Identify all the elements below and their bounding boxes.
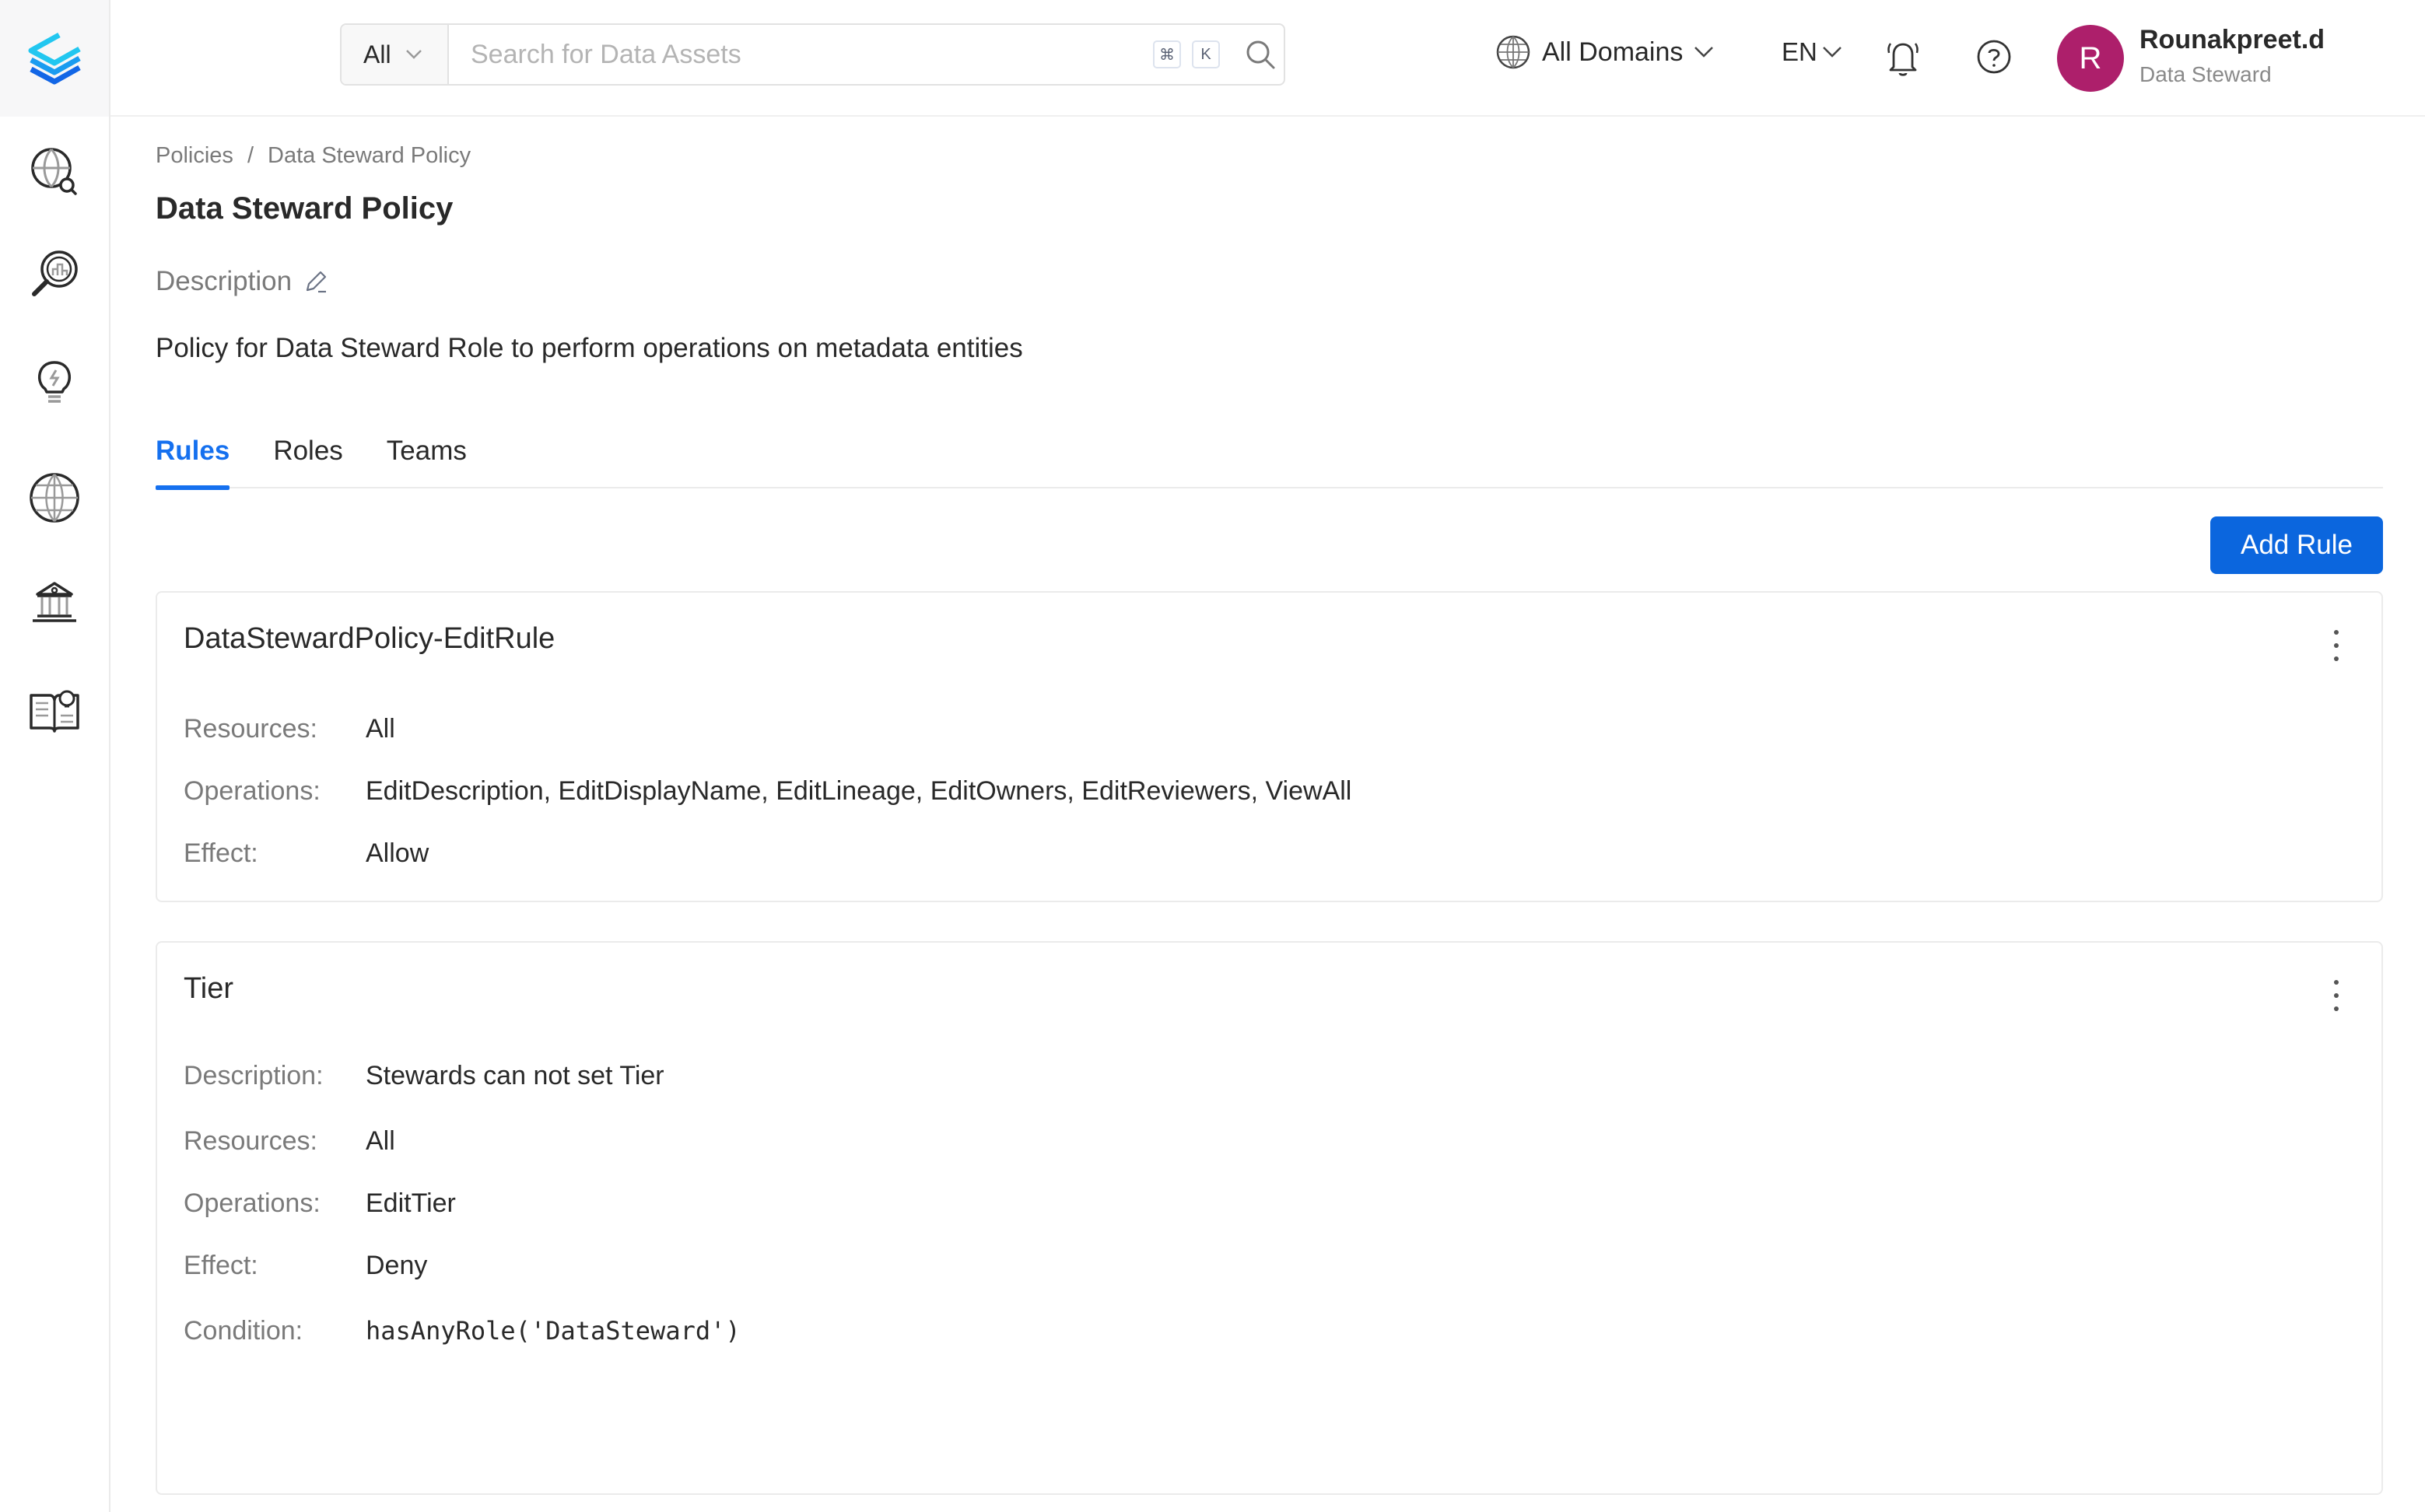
- globe-icon: [1496, 35, 1530, 69]
- rule-field-description: Description: Stewards can not set Tier: [184, 1061, 664, 1091]
- tab-roles[interactable]: Roles: [273, 420, 342, 488]
- building-columns-icon: [33, 582, 76, 622]
- search-button[interactable]: [1237, 25, 1284, 84]
- domain-selector[interactable]: All Domains: [1495, 34, 1714, 70]
- rule-name: DataStewardPolicy-EditRule: [184, 622, 555, 655]
- breadcrumb: Policies / Data Steward Policy: [156, 143, 471, 169]
- policy-description: Policy for Data Steward Role to perform …: [156, 333, 1023, 363]
- rule-more-options-button[interactable]: [2329, 980, 2344, 1011]
- layers-logo-icon: [28, 32, 81, 85]
- rule-field-condition: Condition: hasAnyRole('DataSteward'): [184, 1316, 741, 1346]
- chevron-down-icon: [405, 44, 422, 65]
- sidebar-item-governance[interactable]: [0, 563, 109, 641]
- app-logo[interactable]: [0, 0, 109, 117]
- rule-card: Tier Description: Stewards can not set T…: [156, 941, 2383, 1495]
- keyboard-shortcut-hint: ⌘ K: [1153, 25, 1237, 84]
- kebab-dot: [2334, 993, 2339, 998]
- rule-field-effect: Effect: Allow: [184, 838, 429, 869]
- field-label: Resources:: [184, 714, 317, 744]
- search-type-label: All: [363, 40, 391, 68]
- kebab-dot: [2334, 980, 2339, 985]
- field-label: Resources:: [184, 1126, 317, 1156]
- search-type-dropdown[interactable]: All: [342, 25, 449, 84]
- user-avatar[interactable]: R: [2057, 25, 2124, 92]
- user-name: Rounakpreet.d: [2139, 25, 2325, 54]
- breadcrumb-policies-link[interactable]: Policies: [156, 143, 233, 169]
- policy-tabs: Rules Roles Teams: [156, 420, 2383, 490]
- rule-card: DataStewardPolicy-EditRule Resources: Al…: [156, 591, 2383, 902]
- sidebar-item-observability[interactable]: [0, 342, 109, 420]
- top-navbar: All ⌘ K All Domains EN: [110, 0, 2425, 117]
- sidebar-item-insights[interactable]: [0, 235, 109, 313]
- notifications-button[interactable]: [1886, 37, 1920, 82]
- field-value: EditTier: [366, 1188, 456, 1218]
- book-lightbulb-icon: [30, 690, 79, 733]
- language-label: EN: [1782, 37, 1817, 66]
- chevron-down-icon: [1694, 47, 1714, 58]
- tab-rules[interactable]: Rules: [156, 420, 230, 490]
- rule-field-operations: Operations: EditTier: [184, 1188, 456, 1219]
- rule-field-effect: Effect: Deny: [184, 1251, 427, 1281]
- add-rule-button[interactable]: Add Rule: [2210, 516, 2383, 574]
- global-search: All ⌘ K: [340, 23, 1285, 86]
- field-value: EditDescription, EditDisplayName, EditLi…: [366, 776, 1352, 806]
- search-input[interactable]: [449, 25, 1153, 84]
- field-value: All: [366, 1126, 395, 1156]
- left-sidebar: [0, 0, 110, 1512]
- tab-teams[interactable]: Teams: [387, 420, 467, 488]
- rule-field-operations: Operations: EditDescription, EditDisplay…: [184, 776, 1351, 807]
- kebab-dot: [2334, 1006, 2339, 1011]
- rule-field-resources: Resources: All: [184, 714, 395, 744]
- lightbulb-bolt-icon: [37, 361, 72, 403]
- sidebar-item-glossary[interactable]: [0, 670, 109, 748]
- breadcrumb-current: Data Steward Policy: [268, 143, 471, 168]
- search-icon: [1246, 40, 1275, 69]
- pencil-edit-icon: [306, 271, 327, 293]
- rule-name: Tier: [184, 972, 234, 1005]
- field-label: Effect:: [184, 1251, 258, 1280]
- globe-search-icon: [31, 148, 77, 195]
- kebab-dot: [2334, 630, 2339, 635]
- kebab-dot: [2334, 656, 2339, 661]
- field-label: Effect:: [184, 838, 258, 868]
- page-title: Data Steward Policy: [156, 191, 454, 226]
- field-label: Operations:: [184, 776, 321, 806]
- command-key-icon: ⌘: [1153, 40, 1181, 68]
- magnifier-chart-icon: [32, 250, 78, 296]
- language-selector[interactable]: EN: [1782, 37, 1842, 67]
- globe-icon: [30, 473, 79, 523]
- field-label: Description:: [184, 1061, 324, 1090]
- condition-expression: hasAnyRole('DataSteward'): [366, 1316, 741, 1346]
- user-role: Data Steward: [2139, 62, 2272, 86]
- field-value: All: [366, 714, 395, 744]
- field-label: Condition:: [184, 1316, 303, 1346]
- domain-selector-label: All Domains: [1542, 37, 1684, 67]
- sidebar-item-explore[interactable]: [0, 132, 109, 210]
- question-circle-icon: [1977, 40, 2011, 74]
- description-label: Description: [156, 266, 293, 296]
- field-value: Deny: [366, 1251, 428, 1280]
- description-header: Description: [156, 266, 329, 297]
- rule-field-resources: Resources: All: [184, 1126, 395, 1157]
- kebab-dot: [2334, 643, 2339, 648]
- field-value: Stewards can not set Tier: [366, 1061, 664, 1090]
- avatar-initial: R: [2079, 40, 2102, 75]
- field-value: Allow: [366, 838, 429, 868]
- field-label: Operations:: [184, 1188, 321, 1218]
- sidebar-item-domains[interactable]: [0, 459, 109, 537]
- bell-icon: [1887, 43, 1919, 76]
- breadcrumb-separator: /: [247, 143, 254, 168]
- edit-description-button[interactable]: [303, 268, 329, 295]
- help-button[interactable]: [1976, 39, 2012, 79]
- rule-more-options-button[interactable]: [2329, 630, 2344, 661]
- k-key: K: [1192, 40, 1220, 68]
- chevron-down-icon: [1822, 47, 1842, 58]
